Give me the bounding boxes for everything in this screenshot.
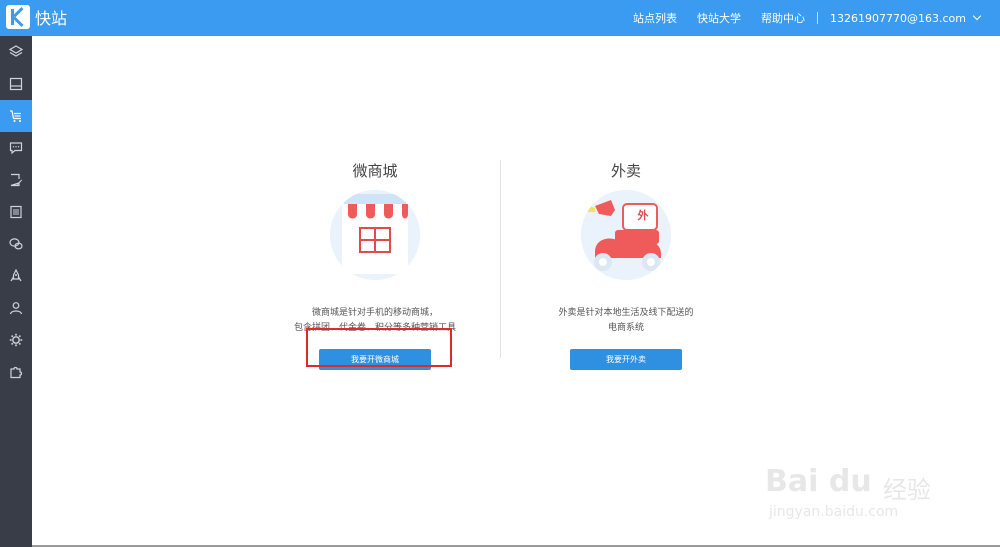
sidebar [0,36,32,547]
wechat-icon [9,238,23,250]
sidebar-item-shop[interactable] [0,100,32,132]
top-nav: 站点列表 快站大学 帮助中心 13261907770@163.com [613,0,982,36]
watermark-url: jingyan.baidu.com [769,504,899,520]
desc-line: 电商系统 [607,323,644,333]
card-title: 微商城 [352,162,398,180]
card-description: 外卖是针对本地生活及线下配送的 电商系统 [526,306,726,336]
nav-separator [817,12,819,24]
desc-line: 外卖是针对本地生活及线下配送的 [558,308,694,318]
nav-university[interactable]: 快站大学 [697,10,741,26]
edit-page-icon [10,173,22,187]
sidebar-item-layout[interactable] [0,68,32,100]
layout-icon [9,77,23,91]
watermark: Bai du 经验 jingyan.baidu.com [765,440,955,530]
sidebar-item-plugins[interactable] [0,356,32,388]
card-divider [500,160,501,358]
sidebar-item-promote[interactable] [0,260,32,292]
sidebar-item-settings[interactable] [0,324,32,356]
rocket-icon [10,269,22,282]
top-bar: 快站 站点列表 快站大学 帮助中心 13261907770@163.com [0,0,1000,36]
layers-icon [9,45,23,57]
storefront-icon [330,190,420,280]
chevron-down-icon[interactable] [972,11,982,21]
scooter-illustration: 外 [581,190,671,280]
account-menu[interactable]: 13261907770@163.com [830,12,966,25]
sidebar-item-list[interactable] [0,196,32,228]
card-title: 外卖 [610,162,641,180]
open-takeout-button[interactable]: 我要开外卖 [570,349,682,370]
plugin-icon [10,366,23,379]
sidebar-item-messages[interactable] [0,132,32,164]
logo-k-icon [6,5,30,29]
settings-icon [9,333,23,347]
storefront-illustration [330,190,420,280]
sidebar-item-layers[interactable] [0,36,32,68]
highlight-box [306,328,452,367]
sidebar-item-wechat[interactable] [0,228,32,260]
sidebar-item-user[interactable] [0,292,32,324]
watermark-cn: 经验 [883,476,931,504]
nav-help[interactable]: 帮助中心 [761,10,805,26]
card-takeout: 外卖 外 外卖是针对本地生活及线下配送的 电商系统 我要开外卖 [526,160,726,370]
list-icon [10,205,22,219]
logo[interactable]: 快站 [6,5,67,29]
cart-icon [10,110,21,122]
scooter-icon [581,190,671,280]
message-icon [9,142,23,155]
nav-site-list[interactable]: 站点列表 [633,10,677,26]
app-name: 快站 [35,9,68,28]
user-icon [9,302,23,315]
takeout-badge: 外 [637,209,649,222]
sidebar-item-pages[interactable] [0,164,32,196]
watermark-brand: Bai du [765,464,872,499]
desc-line: 微商城是针对手机的移动商城， [311,308,438,318]
